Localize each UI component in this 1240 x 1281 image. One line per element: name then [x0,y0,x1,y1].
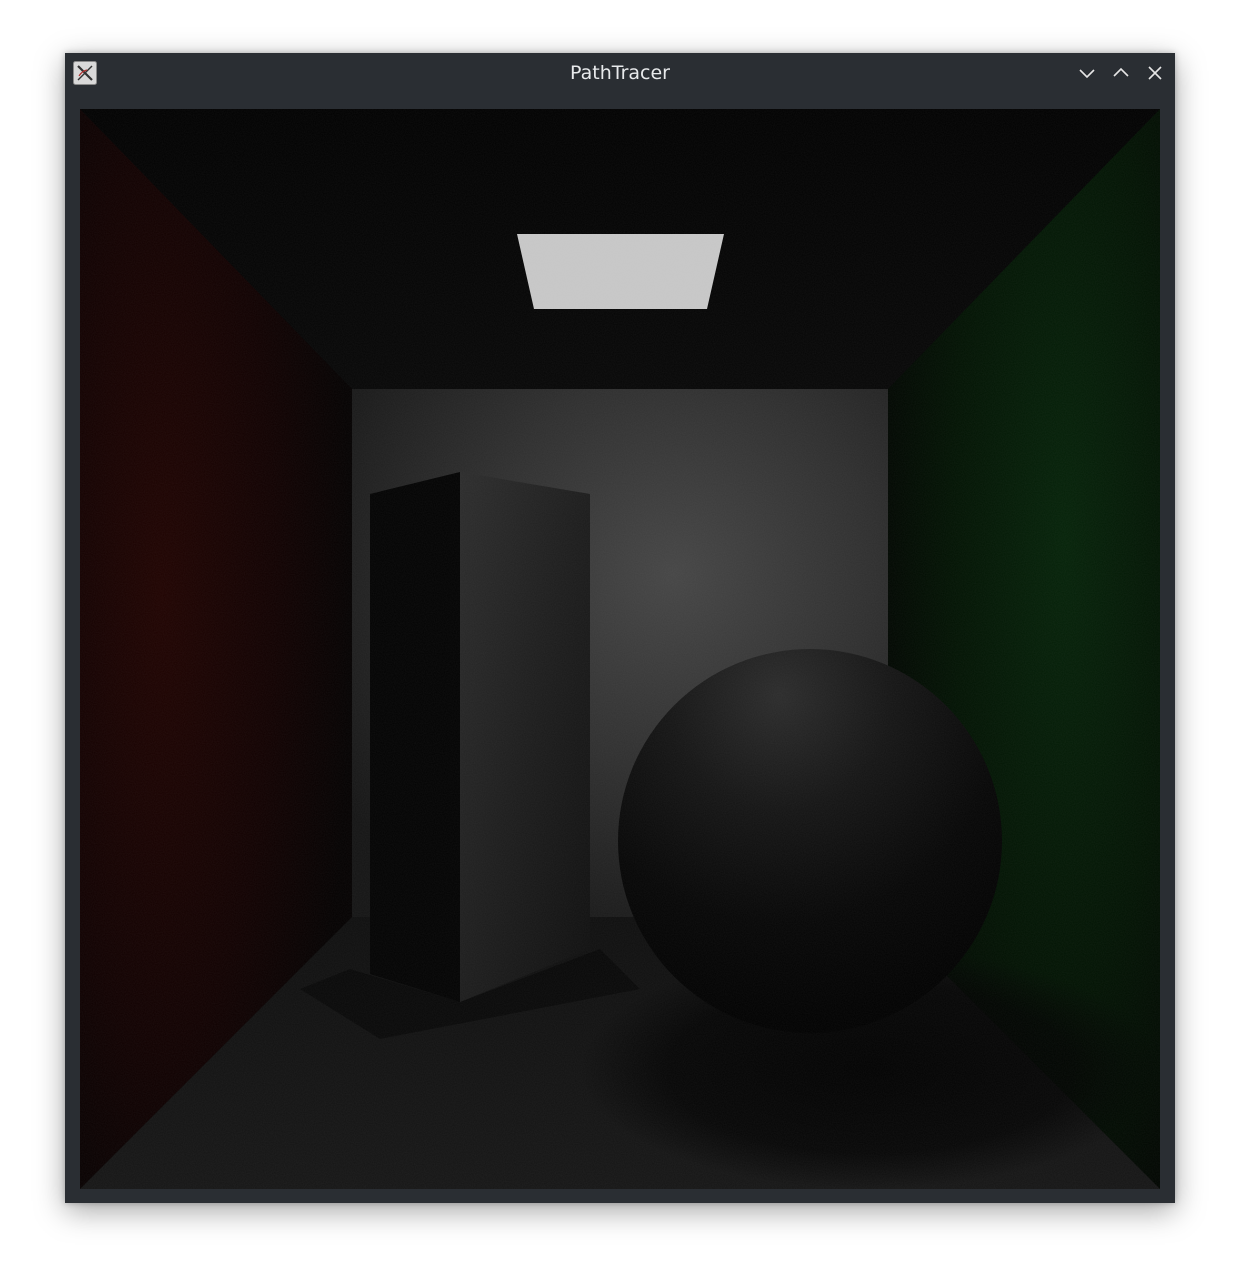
render-viewport[interactable] [80,109,1160,1189]
close-button[interactable] [1145,63,1165,83]
rendered-scene [80,109,1160,1189]
window-title: PathTracer [570,62,670,84]
close-icon [1148,66,1162,80]
chevron-down-icon [1079,69,1095,79]
app-window: PathTracer [65,53,1175,1203]
title-bar[interactable]: PathTracer [65,53,1175,94]
chevron-up-icon [1113,67,1129,77]
maximize-button[interactable] [1111,63,1131,83]
minimize-button[interactable] [1077,63,1097,83]
render-noise [80,109,1160,1189]
